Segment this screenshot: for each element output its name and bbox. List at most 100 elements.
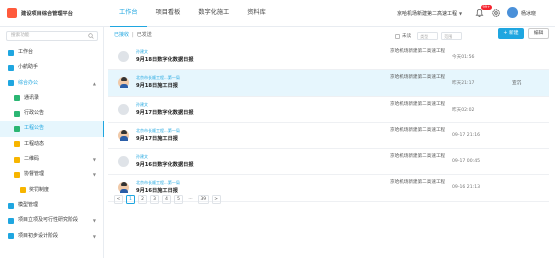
desk-icon	[8, 49, 14, 56]
sidebar-item-label: 工作台	[18, 49, 34, 55]
chevron-down-icon: ▼	[92, 172, 96, 178]
sidebar-item-label: 项目立项及可行性研究阶段	[18, 217, 79, 224]
list-item[interactable]: 北京市长顺工程...第一局 9月17日施工日报 京哈机场新建第二高速工程 09-17 …	[108, 123, 549, 150]
project-icon	[8, 217, 14, 224]
gear-icon[interactable]	[491, 8, 501, 18]
edit-button[interactable]: 编辑	[528, 28, 549, 39]
tab-2[interactable]: 数字化施工	[189, 0, 238, 27]
author-name: 孙建文	[136, 154, 148, 160]
sidebar-item-0[interactable]: 工作台	[0, 45, 104, 60]
tab-0[interactable]: 工作台	[110, 0, 147, 27]
top-bar: 建设项目综合管理平台 工作台 项目看板 数字化施工 资料库 京哈机场新建第二高速工程 ▼…	[0, 0, 555, 27]
announcement-title[interactable]: 9月17日数字化数据日报	[136, 109, 194, 116]
prev-page-button[interactable]: <	[114, 195, 123, 204]
sidebar-item-2[interactable]: 综合办公 ▲	[0, 76, 104, 91]
announcement-title[interactable]: 9月17日施工日报	[136, 135, 178, 142]
page-button[interactable]: 2	[138, 195, 147, 204]
sidebar-item-1[interactable]: 小航助手	[0, 60, 104, 75]
sidebar-item-label: 通讯录	[24, 94, 40, 101]
tab-3[interactable]: 资料库	[238, 0, 275, 27]
author-name: 北京市长顺工程...第一局	[136, 127, 180, 133]
unread-checkbox[interactable]	[395, 33, 400, 39]
sidebar-item-11[interactable]: 项目立项及可行性研究阶段 ▼	[0, 213, 104, 228]
list-item[interactable]: 孙建文 9月18日数字化数据日报 京哈机场新建第二高速工程 今天01:56	[108, 44, 549, 71]
author-avatar	[118, 156, 129, 168]
chevron-down-icon: ▼	[92, 218, 96, 224]
row-action-link[interactable]: 宣沉	[512, 80, 521, 86]
sidebar-item-label: 二维码	[24, 156, 40, 163]
page-button[interactable]: 1	[126, 195, 135, 204]
project-org: 京哈机场新建第二高速工程	[390, 49, 446, 54]
sidebar-item-label: 综合办公	[18, 79, 39, 86]
notification-badge: 99+	[481, 5, 492, 10]
timestamp: 09-17 21:16	[452, 132, 481, 138]
timestamp: 09-16 21:13	[452, 185, 481, 191]
sidebar-item-9[interactable]: 奖罚制度	[0, 183, 104, 198]
sidebar-item-10[interactable]: 模型管理	[0, 198, 104, 213]
announcement-title[interactable]: 9月16日数字化数据日报	[136, 161, 194, 168]
chevron-up-icon: ▲	[92, 80, 96, 86]
project-name: 京哈机场新建第二高速工程	[397, 11, 458, 17]
announcement-icon	[14, 126, 20, 133]
sidebar-item-12[interactable]: 项目初步设计阶段 ▼	[0, 229, 104, 244]
sidebar-item-6[interactable]: 工程动态	[0, 137, 104, 152]
page-button: ...	[188, 196, 193, 201]
project-org: 京哈机场新建第二高速工程	[390, 180, 446, 186]
author-name: 孙建文	[136, 101, 148, 107]
page-button[interactable]: 4	[162, 195, 171, 204]
new-button[interactable]: + 新建	[498, 28, 524, 39]
sidebar-item-label: 工程公告	[24, 125, 45, 132]
app-logo	[7, 8, 17, 18]
announcement-title[interactable]: 9月18日施工日报	[136, 82, 178, 89]
sidebar-item-label: 行政公告	[24, 110, 45, 117]
sidebar-item-label: 奖罚制度	[29, 186, 50, 193]
sidebar-search-input[interactable]: 搜索功能	[6, 31, 98, 41]
sidebar-item-label: 工程动态	[24, 140, 45, 147]
supervise-icon	[14, 171, 20, 178]
announcement-title[interactable]: 9月16日施工日报	[136, 187, 178, 194]
sidebar: 搜索功能 工作台 小航助手 综合办公 ▲ 通讯录 行政公告 工程公告 工程动态 二维码 ▼ 协督管理…	[0, 27, 104, 258]
rules-icon	[20, 187, 26, 194]
sidebar-item-3[interactable]: 通讯录	[0, 91, 104, 106]
chevron-down-icon: ▼	[92, 157, 96, 163]
type-select[interactable]: 类型	[417, 32, 439, 40]
page-button[interactable]: 3	[150, 195, 159, 204]
tab-1[interactable]: 项目看板	[147, 0, 190, 27]
contacts-icon	[14, 95, 20, 102]
filter-bar: 未读 类型 范围	[395, 31, 465, 41]
page-button[interactable]: 39	[198, 195, 209, 204]
unread-label: 未读	[402, 34, 412, 39]
breadcrumb-received[interactable]: 已接收	[114, 32, 129, 38]
notice-icon	[14, 110, 20, 117]
timestamp: 09-17 00:45	[452, 159, 481, 165]
breadcrumb-sent[interactable]: 已发送	[137, 32, 152, 38]
model-icon	[8, 202, 14, 209]
sidebar-item-5[interactable]: 工程公告	[0, 121, 104, 137]
app-title: 建设项目综合管理平台	[21, 11, 73, 17]
breadcrumb: 已接收 | 已发送	[114, 31, 152, 38]
author-name: 孙建文	[136, 49, 148, 54]
sidebar-item-4[interactable]: 行政公告	[0, 106, 104, 121]
author-avatar	[118, 51, 129, 62]
list-item[interactable]: 北京市长顺工程...第一局 9月18日施工日报 京哈机场新建第二高速工程 昨天21:1…	[108, 70, 549, 97]
list-item[interactable]: 孙建文 9月17日数字化数据日报 京哈机场新建第二高速工程 昨天02:02	[108, 97, 549, 123]
main-tabs: 工作台 项目看板 数字化施工 资料库	[110, 0, 275, 27]
range-select[interactable]: 范围	[441, 32, 463, 40]
office-icon	[8, 80, 14, 87]
announcement-list: 孙建文 9月18日数字化数据日报 京哈机场新建第二高速工程 今天01:56 北京市长顺工…	[108, 44, 549, 202]
sidebar-item-label: 协督管理	[24, 171, 45, 178]
username[interactable]: 杨冰晓	[521, 10, 536, 17]
announcement-title[interactable]: 9月18日数字化数据日报	[136, 56, 194, 63]
sidebar-item-8[interactable]: 协督管理 ▼	[0, 167, 104, 182]
next-page-button[interactable]: >	[211, 195, 221, 204]
user-avatar[interactable]	[507, 7, 518, 18]
sidebar-item-7[interactable]: 二维码 ▼	[0, 152, 104, 167]
list-item[interactable]: 孙建文 9月16日数字化数据日报 京哈机场新建第二高速工程 09-17 00:45	[108, 149, 549, 176]
search-placeholder: 搜索功能	[11, 33, 30, 38]
page-button[interactable]: 5	[174, 195, 183, 204]
project-selector[interactable]: 京哈机场新建第二高速工程 ▼	[397, 10, 462, 17]
timestamp: 昨天02:02	[452, 107, 475, 113]
project-org: 京哈机场新建第二高速工程	[390, 75, 446, 81]
project-org: 京哈机场新建第二高速工程	[390, 154, 446, 160]
sidebar-item-label: 小航助手	[18, 64, 39, 71]
